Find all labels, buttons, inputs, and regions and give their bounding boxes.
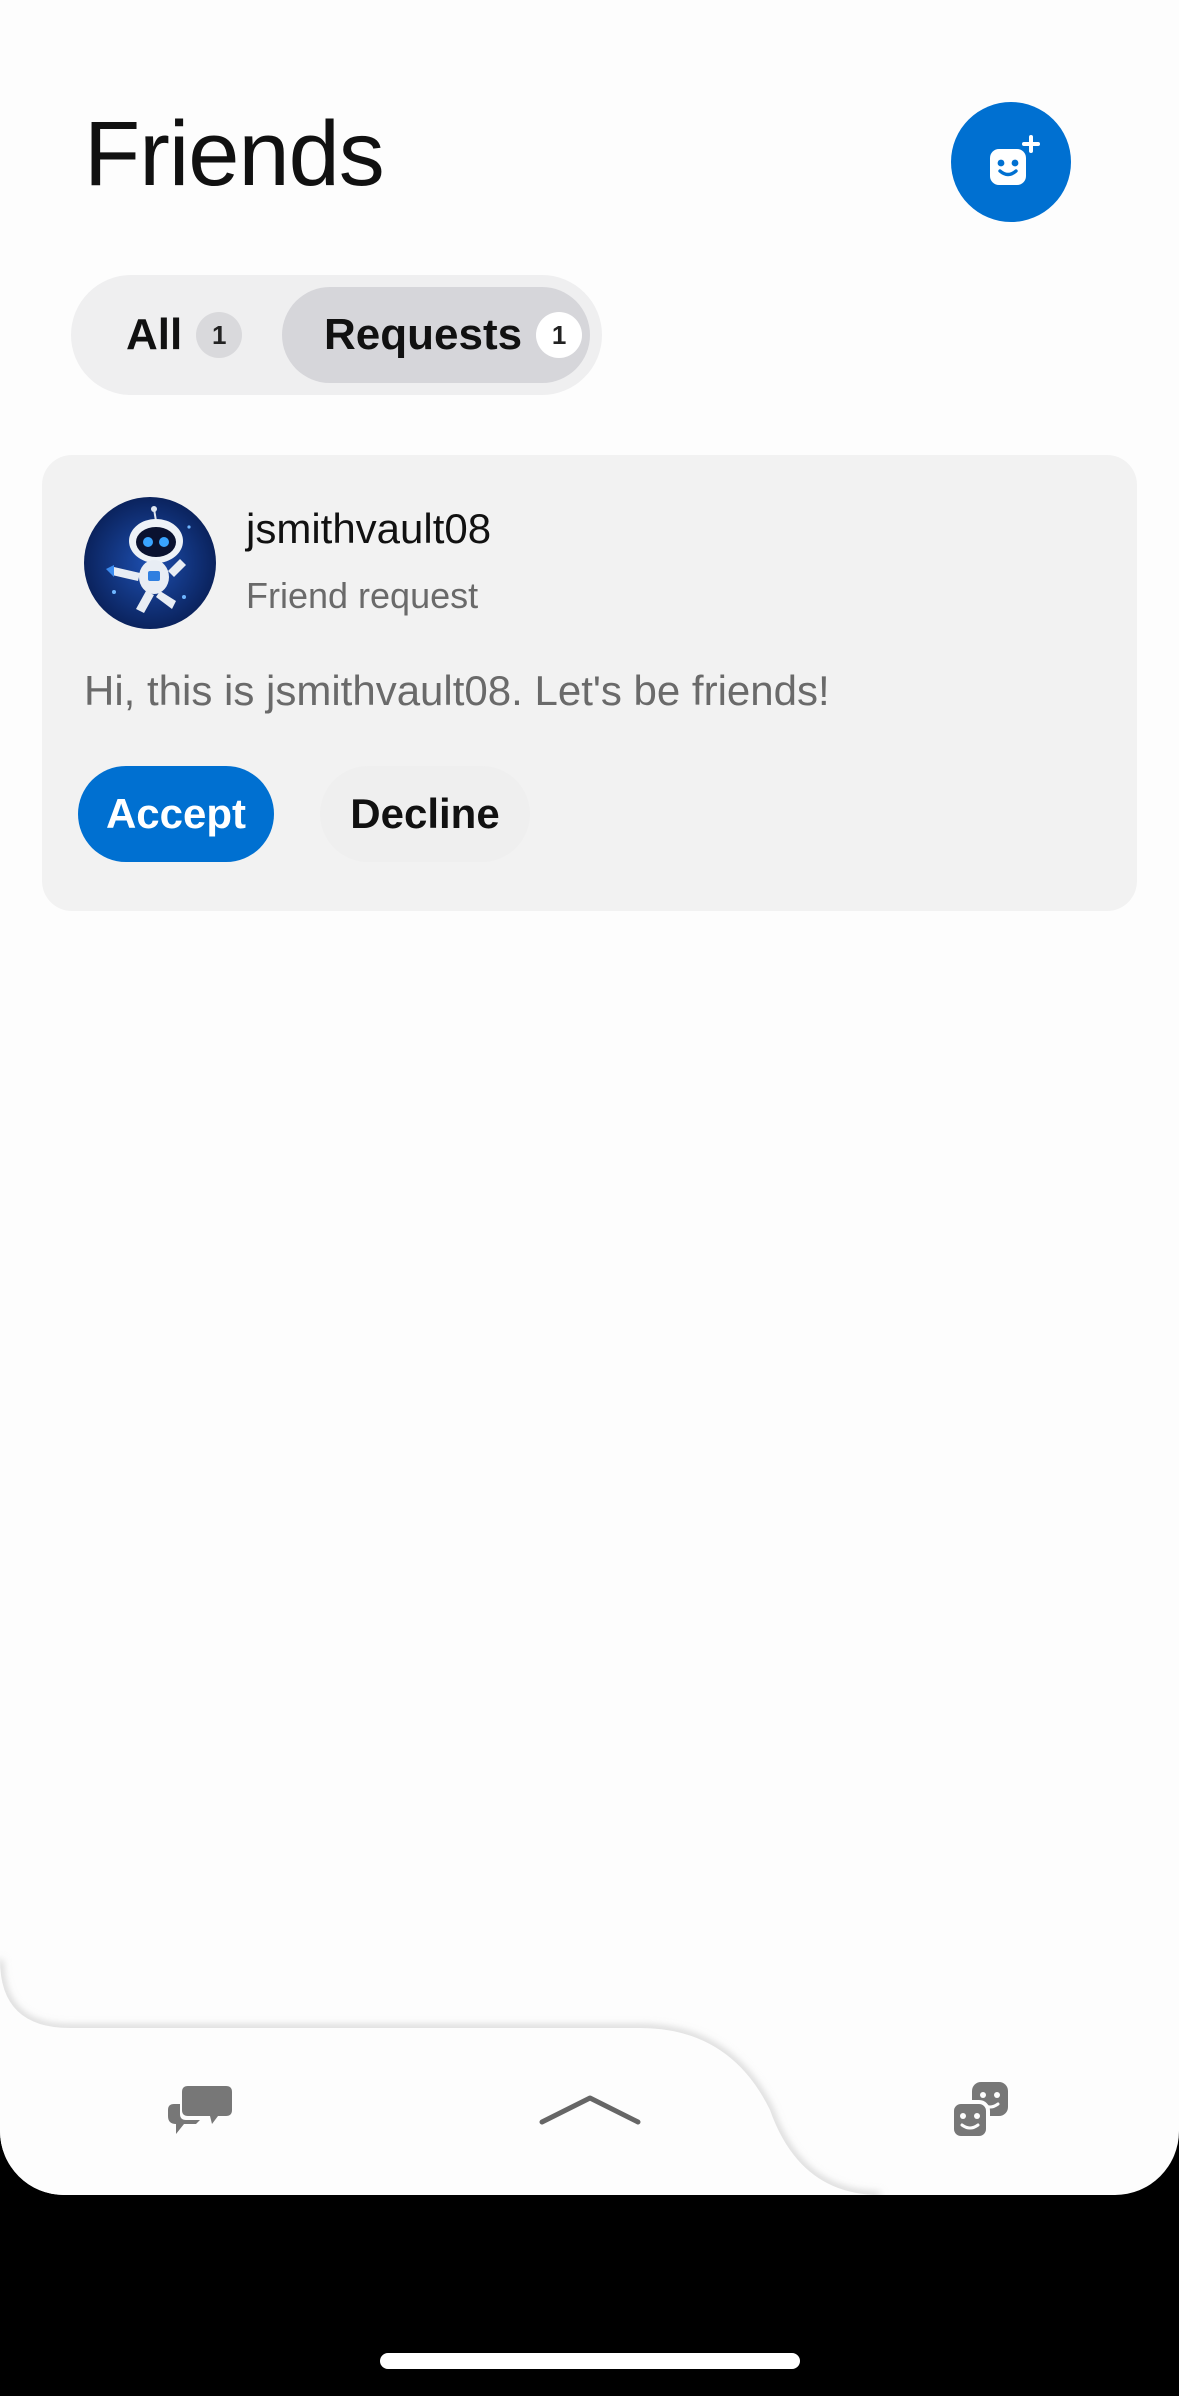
expand-up-button[interactable] — [530, 2080, 650, 2140]
astro-bot-avatar[interactable] — [84, 497, 216, 629]
tab-all-count-badge: 1 — [196, 312, 243, 358]
request-username[interactable]: jsmithvault08 — [246, 505, 491, 553]
tab-all[interactable]: All 1 — [71, 287, 276, 383]
add-friend-button[interactable] — [951, 102, 1071, 222]
friends-nav-button[interactable] — [935, 2070, 1025, 2150]
friend-request-card: jsmithvault08 Friend request Hi, this is… — [42, 455, 1137, 911]
chevron-up-icon — [539, 2095, 641, 2125]
tab-requests-label: Requests — [324, 310, 523, 359]
add-friend-icon — [990, 135, 1040, 185]
app-screen: Friends All 1 Requests 1 jsmithvault08 F… — [0, 0, 1179, 2195]
accept-button[interactable]: Accept — [78, 766, 274, 862]
chat-bubbles-icon — [168, 2086, 232, 2134]
tab-requests[interactable]: Requests 1 — [282, 287, 590, 383]
messages-nav-button[interactable] — [150, 2070, 250, 2150]
friends-faces-icon — [950, 2082, 1008, 2140]
page-title: Friends — [84, 103, 385, 205]
tab-requests-count-badge: 1 — [536, 312, 583, 358]
tab-all-label: All — [126, 310, 183, 359]
request-subtitle: Friend request — [246, 575, 479, 616]
home-indicator[interactable] — [380, 2353, 800, 2369]
request-message: Hi, this is jsmithvault08. Let's be frie… — [84, 667, 830, 714]
decline-button[interactable]: Decline — [320, 766, 530, 862]
friends-tabs: All 1 Requests 1 — [71, 275, 602, 395]
